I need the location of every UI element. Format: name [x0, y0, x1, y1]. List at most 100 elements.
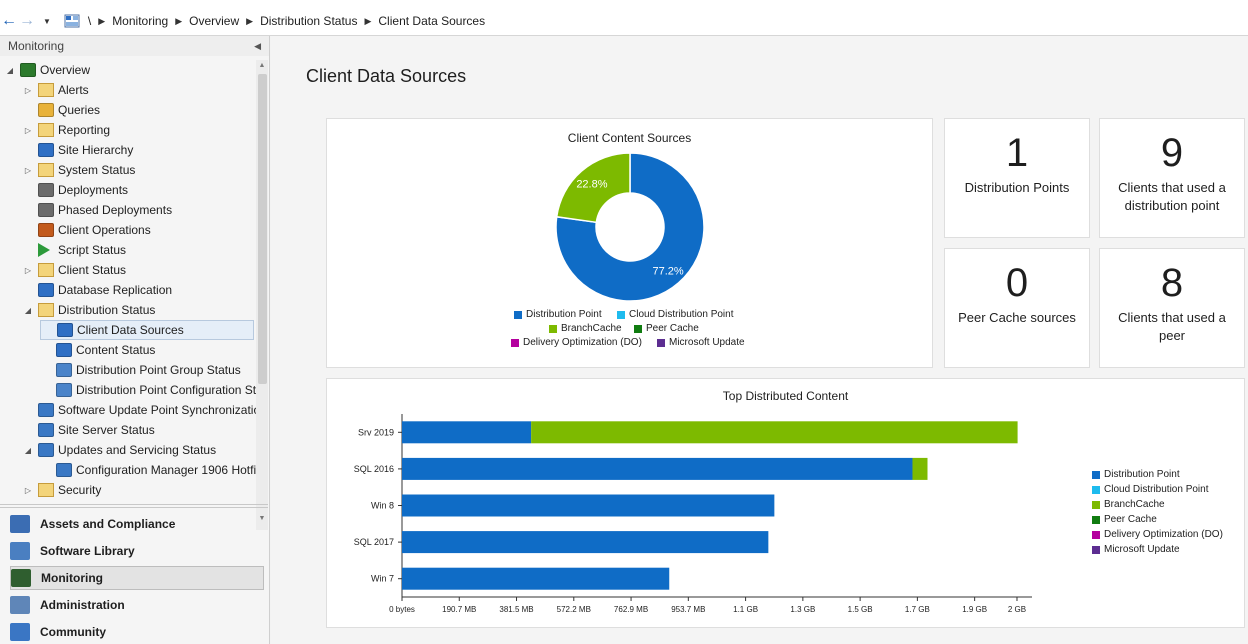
forward-arrow-icon[interactable]: →: [18, 12, 36, 30]
legend-label: Delivery Optimization (DO): [1104, 529, 1223, 540]
tree-item-label: Distribution Status: [58, 303, 156, 317]
scroll-up-icon[interactable]: ▲: [256, 62, 268, 69]
community-icon: [10, 623, 30, 641]
legend-item-distribution-point[interactable]: Distribution Point: [514, 309, 602, 320]
tree-item-label: Security: [58, 483, 102, 497]
workspace-software-library[interactable]: Software Library: [10, 539, 264, 563]
server-icon: [38, 423, 54, 437]
tree-item-client-operations[interactable]: Client Operations: [22, 220, 151, 240]
legend-item-cloud-distribution-point[interactable]: Cloud Distribution Point: [617, 309, 734, 320]
breadcrumb-item-monitoring[interactable]: Monitoring: [112, 14, 168, 28]
legend-item-delivery-optimization-do[interactable]: Delivery Optimization (DO): [1092, 529, 1223, 540]
legend-item-branchcache[interactable]: BranchCache: [549, 323, 622, 334]
x-tick-label: 762.9 MB: [614, 605, 648, 614]
tree-item-alerts[interactable]: ▷ Alerts: [22, 80, 89, 100]
legend-swatch: [549, 324, 557, 333]
breadcrumb-item-overview[interactable]: Overview: [189, 14, 239, 28]
legend-label: BranchCache: [561, 323, 622, 334]
tree-item-content-status[interactable]: Content Status: [40, 340, 155, 360]
breadcrumb-item-distribution-status[interactable]: Distribution Status: [260, 14, 357, 28]
tree-item-label: Deployments: [58, 183, 129, 197]
workspace-administration[interactable]: Administration: [10, 593, 264, 617]
collapse-arrow-icon[interactable]: ◢: [22, 306, 34, 315]
expand-arrow-icon[interactable]: ▷: [22, 266, 34, 275]
tree-item-label: Queries: [58, 103, 101, 117]
bar-srv-2019-distribution-point[interactable]: [402, 421, 532, 444]
bar-sql-2016-distribution-point[interactable]: [402, 457, 913, 480]
legend-swatch: [1092, 485, 1100, 494]
tree-item-distribution-point-group-status[interactable]: Distribution Point Group Status: [40, 360, 241, 380]
tree-item-database-replication[interactable]: Database Replication: [22, 280, 172, 300]
collapse-arrow-icon[interactable]: ◢: [22, 446, 34, 455]
legend-item-microsoft-update[interactable]: Microsoft Update: [657, 337, 745, 348]
workspace-label: Administration: [40, 598, 125, 612]
tree-item-security[interactable]: ▷ Security: [22, 480, 101, 500]
stat-label: Clients that used a peer: [1118, 310, 1226, 343]
tree-item-overview[interactable]: ◢ Overview: [4, 60, 90, 80]
tree-item-client-data-sources[interactable]: Client Data Sources: [40, 320, 254, 340]
top-distributed-content-tile: Top Distributed Content Srv 2019 SQL 2016…: [326, 378, 1245, 628]
sync-icon: [38, 403, 54, 417]
expand-arrow-icon[interactable]: ▷: [22, 486, 34, 495]
legend-swatch: [1092, 470, 1100, 479]
legend-item-peer-cache[interactable]: Peer Cache: [634, 323, 699, 334]
folder-icon: [38, 263, 54, 277]
tree-item-phased-deployments[interactable]: Phased Deployments: [22, 200, 172, 220]
legend-label: Peer Cache: [1104, 514, 1157, 525]
client-ops-icon: [38, 223, 54, 237]
tree-item-system-status[interactable]: ▷ System Status: [22, 160, 135, 180]
breadcrumb-item-client-data-sources[interactable]: Client Data Sources: [378, 14, 485, 28]
bar-sql-2016-branchcache[interactable]: [912, 457, 928, 480]
tree-item-configuration-manager-1906-hotfix-kb4[interactable]: Configuration Manager 1906 Hotfix (KB4: [40, 460, 256, 480]
tree-item-updates-and-servicing-status[interactable]: ◢ Updates and Servicing Status: [22, 440, 216, 460]
tree-item-label: Reporting: [58, 123, 111, 137]
tree-item-software-update-point-synchronization-sta[interactable]: Software Update Point Synchronization St…: [22, 400, 256, 420]
replication-icon: [38, 283, 54, 297]
history-dropdown-icon[interactable]: ▼: [43, 17, 51, 26]
folder-icon: [38, 483, 54, 497]
bar-sql-2017-distribution-point[interactable]: [402, 531, 769, 554]
scrollbar-thumb[interactable]: [258, 74, 267, 384]
tree-item-site-hierarchy[interactable]: Site Hierarchy: [22, 140, 133, 160]
bar-win-8-distribution-point[interactable]: [402, 494, 775, 517]
back-arrow-icon[interactable]: ←: [0, 12, 18, 30]
tree-item-script-status[interactable]: Script Status: [22, 240, 126, 260]
script-icon: [38, 243, 50, 257]
tree-item-queries[interactable]: Queries: [22, 100, 100, 120]
expand-arrow-icon[interactable]: ▷: [22, 86, 34, 95]
tree-item-reporting[interactable]: ▷ Reporting: [22, 120, 110, 140]
legend-item-branchcache[interactable]: BranchCache: [1092, 499, 1165, 510]
page-title: Client Data Sources: [306, 66, 467, 86]
workspace-community[interactable]: Community: [10, 620, 264, 644]
workspace-monitoring[interactable]: Monitoring: [10, 566, 264, 590]
tree-item-distribution-status[interactable]: ◢ Distribution Status: [22, 300, 155, 320]
tree-item-site-server-status[interactable]: Site Server Status: [22, 420, 155, 440]
legend-item-peer-cache[interactable]: Peer Cache: [1092, 514, 1157, 525]
legend-item-delivery-optimization-do[interactable]: Delivery Optimization (DO): [511, 337, 642, 348]
collapse-pane-icon[interactable]: ◀: [254, 41, 261, 52]
tree-item-distribution-point-configuration-status[interactable]: Distribution Point Configuration Status: [40, 380, 256, 400]
folder-icon: [38, 303, 54, 317]
stat-tile-clients-used-dp[interactable]: 9 Clients that used a distribution point: [1099, 118, 1245, 238]
tree-item-client-status[interactable]: ▷ Client Status: [22, 260, 126, 280]
workspace-assets-and-compliance[interactable]: Assets and Compliance: [10, 512, 264, 536]
tree-item-deployments[interactable]: Deployments: [22, 180, 128, 200]
monitoring-icon: [11, 569, 31, 587]
breadcrumb-root[interactable]: \: [88, 14, 91, 28]
tree-item-label: Client Data Sources: [77, 323, 184, 337]
stat-tile-distribution-points[interactable]: 1 Distribution Points: [944, 118, 1090, 238]
deployment-icon: [38, 183, 54, 197]
collapse-arrow-icon[interactable]: ◢: [4, 66, 16, 75]
legend-item-microsoft-update[interactable]: Microsoft Update: [1092, 544, 1180, 555]
bar-srv-2019-branchcache[interactable]: [531, 421, 1018, 444]
legend-item-cloud-distribution-point[interactable]: Cloud Distribution Point: [1092, 484, 1209, 495]
stat-tile-clients-used-peer[interactable]: 8 Clients that used a peer: [1099, 248, 1245, 368]
pane-splitter[interactable]: [0, 504, 268, 508]
expand-arrow-icon[interactable]: ▷: [22, 166, 34, 175]
legend-item-distribution-point[interactable]: Distribution Point: [1092, 469, 1180, 480]
tree-scrollbar[interactable]: ▲ ▼: [256, 60, 268, 530]
expand-arrow-icon[interactable]: ▷: [22, 126, 34, 135]
bar-win-7-distribution-point[interactable]: [402, 567, 670, 590]
chevron-right-icon: ▶: [98, 15, 106, 26]
stat-tile-peer-cache-sources[interactable]: 0 Peer Cache sources: [944, 248, 1090, 368]
